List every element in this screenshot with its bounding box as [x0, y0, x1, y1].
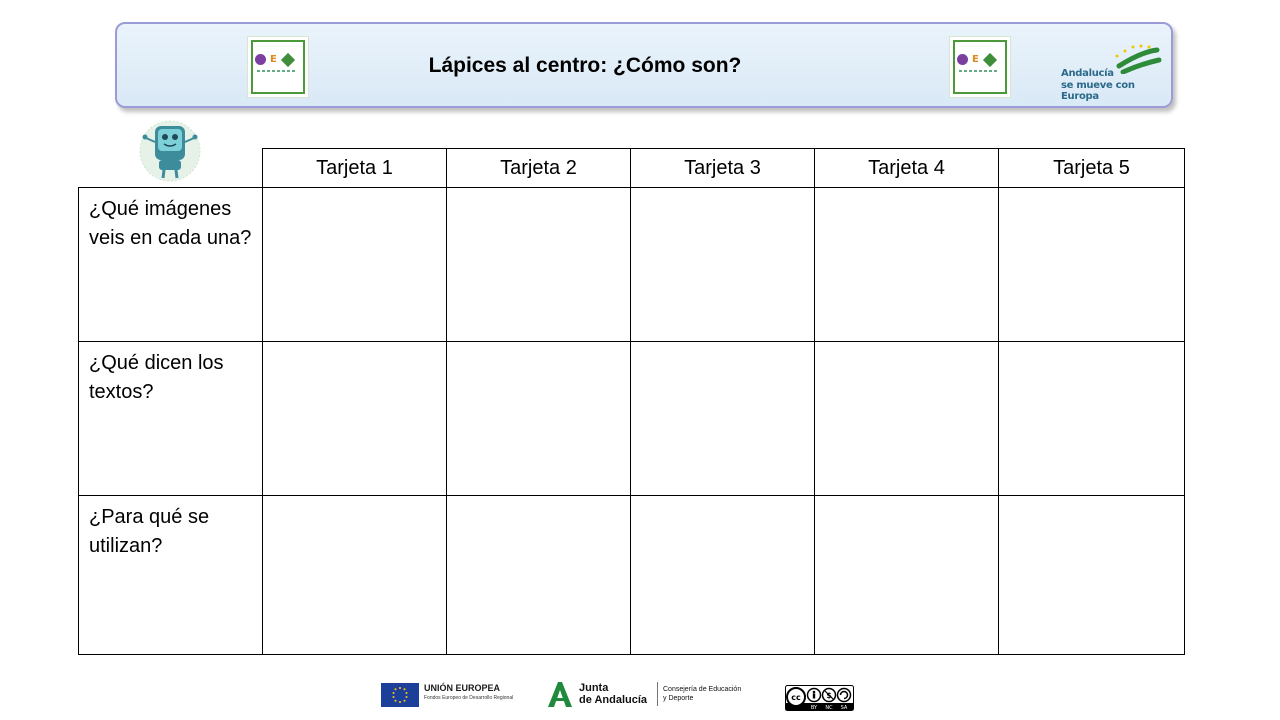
junta-andalucia-logo-icon [548, 682, 572, 707]
creative-commons-license-icon: cc $ BY NC SA [785, 685, 854, 711]
svg-text:BY: BY [811, 705, 818, 711]
row-header-textos: ¿Qué dicen los textos? [78, 341, 263, 496]
table-cell[interactable] [814, 495, 999, 655]
consejeria-text: Consejería de Educación [663, 686, 742, 693]
andalucia-text: Andalucía [1061, 68, 1114, 79]
mta-logo-right: E [949, 36, 1011, 98]
table-cell[interactable] [262, 187, 447, 342]
eu-title: UNIÓN EUROPEA [424, 683, 501, 693]
column-header-tarjeta-4: Tarjeta 4 [814, 148, 999, 188]
row-header-imagenes: ¿Qué imágenes veis en cada una? [78, 187, 263, 342]
table-cell[interactable] [814, 187, 999, 342]
svg-text:NC: NC [825, 705, 833, 711]
footer-divider [657, 682, 658, 706]
table-cell[interactable] [446, 495, 631, 655]
andalucia-europa-logo: Andalucía se mueve con Europa [1061, 44, 1162, 102]
table-cell[interactable] [262, 495, 447, 655]
column-header-tarjeta-5: Tarjeta 5 [998, 148, 1185, 188]
eu-flag-icon [381, 683, 419, 707]
svg-text:cc: cc [791, 693, 801, 702]
column-header-tarjeta-3: Tarjeta 3 [630, 148, 815, 188]
table-cell[interactable] [262, 341, 447, 496]
robot-mascot-icon [139, 120, 201, 182]
table-cell[interactable] [630, 341, 815, 496]
junta-text: Junta [579, 682, 609, 694]
table-cell[interactable] [446, 187, 631, 342]
column-header-tarjeta-1: Tarjeta 1 [262, 148, 447, 188]
page-title: Lápices al centro: ¿Cómo son? [428, 54, 742, 77]
andalucia-swoosh-icon [1115, 44, 1162, 74]
svg-text:SA: SA [841, 705, 848, 711]
table-cell[interactable] [630, 187, 815, 342]
row-header-utilizan: ¿Para qué se utilizan? [78, 495, 263, 655]
table-cell[interactable] [814, 341, 999, 496]
de-andalucia-text: de Andalucía [579, 694, 648, 706]
eu-subtitle: Fondos Europeo de Desarrollo Regional [424, 695, 514, 701]
column-header-tarjeta-2: Tarjeta 2 [446, 148, 631, 188]
table-cell[interactable] [446, 341, 631, 496]
deporte-text: y Deporte [663, 695, 694, 702]
table-cell[interactable] [630, 495, 815, 655]
table-cell[interactable] [998, 495, 1185, 655]
table-cell[interactable] [998, 187, 1185, 342]
mta-logo-left: E [247, 36, 309, 98]
europa-text: se mueve con Europa [1061, 80, 1135, 102]
header-banner: E Lápices al centro: ¿Cómo son? E Andalu… [115, 22, 1173, 108]
table-cell[interactable] [998, 341, 1185, 496]
